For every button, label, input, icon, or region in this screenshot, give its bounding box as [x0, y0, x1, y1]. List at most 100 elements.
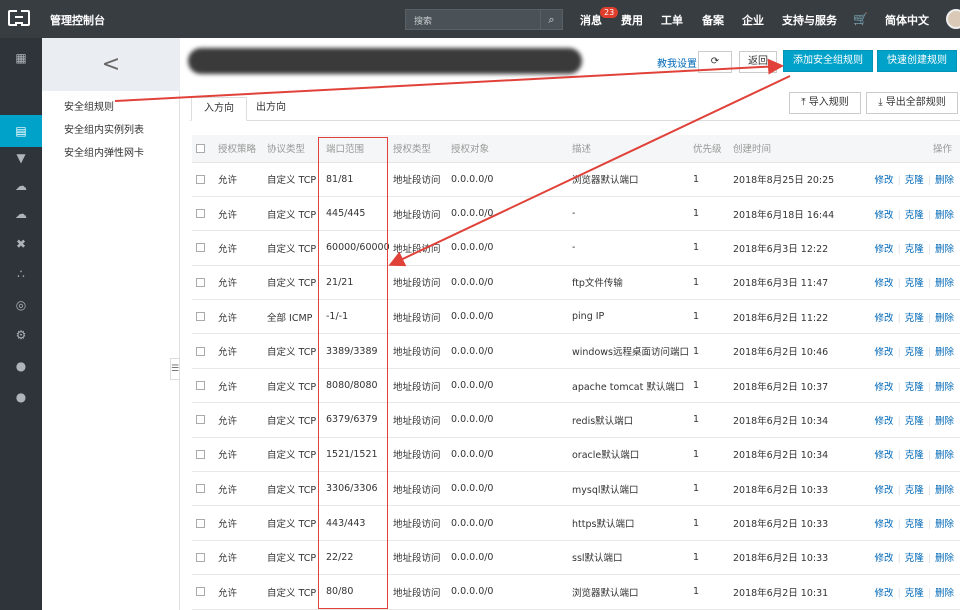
delete-link[interactable]: 删除	[935, 313, 954, 324]
row-checkbox[interactable]	[196, 415, 205, 425]
grid-icon[interactable]: ▦	[11, 48, 31, 68]
delete-link[interactable]: 删除	[935, 519, 954, 530]
delete-link[interactable]: 删除	[935, 553, 954, 564]
add-rule-button[interactable]: 添加安全组规则	[783, 50, 873, 72]
back-chevron-icon[interactable]: <	[42, 38, 180, 91]
cart-icon[interactable]: 🛒	[853, 12, 868, 26]
select-all-checkbox[interactable]	[196, 143, 205, 153]
edit-link[interactable]: 修改	[875, 382, 894, 393]
clone-link[interactable]: 克隆	[905, 382, 924, 393]
header-select-all[interactable]	[192, 135, 214, 163]
edit-link[interactable]: 修改	[875, 210, 894, 221]
row-checkbox[interactable]	[196, 449, 205, 459]
gear-icon[interactable]: ⚙	[11, 325, 31, 345]
row-checkbox[interactable]	[196, 277, 205, 287]
delete-link[interactable]: 删除	[935, 485, 954, 496]
row-select-cell[interactable]	[192, 230, 214, 266]
delete-link[interactable]: 删除	[935, 210, 954, 221]
edit-link[interactable]: 修改	[875, 588, 894, 599]
row-checkbox[interactable]	[196, 587, 205, 597]
row-select-cell[interactable]	[192, 540, 214, 576]
nodes-icon[interactable]: ∴	[11, 264, 31, 284]
row-checkbox[interactable]	[196, 552, 205, 562]
delete-link[interactable]: 删除	[935, 416, 954, 427]
edit-link[interactable]: 修改	[875, 313, 894, 324]
edit-link[interactable]: 修改	[875, 553, 894, 564]
row-select-cell[interactable]	[192, 505, 214, 541]
subnav-item-eni[interactable]: 安全组内弹性网卡	[64, 144, 144, 159]
aliyun-logo-icon[interactable]	[8, 9, 30, 27]
clone-link[interactable]: 克隆	[905, 210, 924, 221]
console-title[interactable]: 管理控制台	[50, 12, 105, 28]
row-select-cell[interactable]	[192, 333, 214, 369]
row-checkbox[interactable]	[196, 518, 205, 528]
upload-cloud-icon[interactable]: ☁	[11, 204, 31, 224]
collapse-toggle-icon[interactable]: ☰	[170, 358, 180, 380]
nav-language[interactable]: 简体中文	[885, 12, 929, 28]
clone-link[interactable]: 克隆	[905, 347, 924, 358]
clone-link[interactable]: 克隆	[905, 519, 924, 530]
quick-create-button[interactable]: 快速创建规则	[877, 50, 957, 72]
back-button[interactable]: 返回	[739, 51, 777, 73]
cloud-icon[interactable]: ☁	[11, 176, 31, 196]
nav-messages[interactable]: 消息	[580, 12, 602, 28]
row-select-cell[interactable]	[192, 368, 214, 404]
edit-link[interactable]: 修改	[875, 519, 894, 530]
subnav-item-instances[interactable]: 安全组内实例列表	[64, 121, 144, 136]
help-link[interactable]: 教我设置	[657, 55, 697, 70]
delete-link[interactable]: 删除	[935, 347, 954, 358]
tab-inbound[interactable]: 入方向	[191, 97, 247, 121]
row-checkbox[interactable]	[196, 174, 205, 184]
clone-link[interactable]: 克隆	[905, 244, 924, 255]
avatar[interactable]	[946, 9, 960, 29]
dot-icon[interactable]: ●	[11, 356, 31, 376]
nav-icp[interactable]: 备案	[702, 12, 724, 28]
refresh-button[interactable]: ⟳	[698, 51, 732, 73]
clone-link[interactable]: 克隆	[905, 553, 924, 564]
edit-link[interactable]: 修改	[875, 416, 894, 427]
edit-link[interactable]: 修改	[875, 244, 894, 255]
database-icon[interactable]: ▼	[11, 148, 31, 168]
clone-link[interactable]: 克隆	[905, 588, 924, 599]
clone-link[interactable]: 克隆	[905, 416, 924, 427]
row-select-cell[interactable]	[192, 574, 214, 610]
delete-link[interactable]: 删除	[935, 588, 954, 599]
nav-billing[interactable]: 费用	[621, 12, 643, 28]
row-select-cell[interactable]	[192, 265, 214, 301]
row-checkbox[interactable]	[196, 346, 205, 356]
row-checkbox[interactable]	[196, 381, 205, 391]
row-checkbox[interactable]	[196, 484, 205, 494]
clone-link[interactable]: 克隆	[905, 278, 924, 289]
import-rules-button[interactable]: ⤒ 导入规则	[789, 92, 861, 114]
row-select-cell[interactable]	[192, 471, 214, 507]
search-input[interactable]: 搜索	[414, 14, 432, 27]
clone-link[interactable]: 克隆	[905, 485, 924, 496]
network-icon[interactable]: ✖	[11, 234, 31, 254]
delete-link[interactable]: 删除	[935, 278, 954, 289]
search-icon[interactable]: ⌕	[540, 10, 562, 29]
row-select-cell[interactable]	[192, 437, 214, 473]
row-select-cell[interactable]	[192, 196, 214, 232]
clone-link[interactable]: 克隆	[905, 450, 924, 461]
globe-icon[interactable]: ◎	[11, 295, 31, 315]
delete-link[interactable]: 删除	[935, 382, 954, 393]
row-select-cell[interactable]	[192, 402, 214, 438]
delete-link[interactable]: 删除	[935, 450, 954, 461]
edit-link[interactable]: 修改	[875, 485, 894, 496]
row-select-cell[interactable]	[192, 299, 214, 335]
search-box[interactable]: 搜索 ⌕	[405, 9, 563, 30]
row-checkbox[interactable]	[196, 243, 205, 253]
tab-outbound[interactable]: 出方向	[244, 97, 298, 121]
nav-tickets[interactable]: 工单	[661, 12, 683, 28]
nav-enterprise[interactable]: 企业	[742, 12, 764, 28]
edit-link[interactable]: 修改	[875, 175, 894, 186]
row-checkbox[interactable]	[196, 312, 205, 322]
clone-link[interactable]: 克隆	[905, 313, 924, 324]
export-rules-button[interactable]: ⤓ 导出全部规则	[866, 92, 958, 114]
nav-support[interactable]: 支持与服务	[782, 12, 837, 28]
delete-link[interactable]: 删除	[935, 244, 954, 255]
server-icon[interactable]: ▤	[11, 121, 31, 141]
subnav-item-rules[interactable]: 安全组规则	[64, 98, 114, 113]
dot-icon[interactable]: ●	[11, 387, 31, 407]
clone-link[interactable]: 克隆	[905, 175, 924, 186]
